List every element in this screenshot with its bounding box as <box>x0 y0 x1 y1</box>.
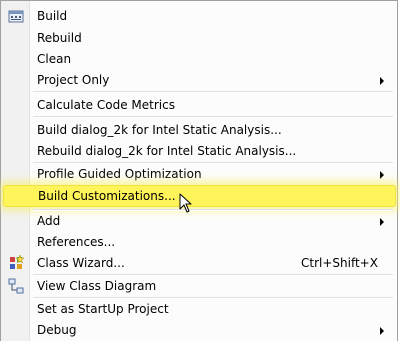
menu-item-debug[interactable]: Debug <box>3 319 396 341</box>
menu-item-set-as-startup-project[interactable]: Set as StartUp Project <box>3 298 396 320</box>
mouse-cursor-icon <box>179 193 192 213</box>
menu-item-rebuild-label: Rebuild <box>37 31 82 45</box>
submenu-arrow-icon <box>380 171 384 179</box>
class-wizard-icon <box>8 254 25 271</box>
submenu-arrow-icon <box>380 77 384 85</box>
menu-separator <box>33 91 393 93</box>
menu-item-debug-label: Debug <box>37 323 77 337</box>
menu-item-clean[interactable]: Clean <box>3 48 396 70</box>
menu-item-set-as-startup-project-label: Set as StartUp Project <box>37 302 169 316</box>
menu-item-references[interactable]: References... <box>3 231 396 253</box>
menu-item-profile-guided-optimization[interactable]: Profile Guided Optimization <box>3 163 396 185</box>
menu-item-build-customizations[interactable]: Build Customizations... <box>3 185 396 207</box>
menu-item-profile-guided-optimization-label: Profile Guided Optimization <box>37 167 202 181</box>
menu-item-add-label: Add <box>37 214 61 228</box>
menu-separator <box>33 116 393 118</box>
menu-item-class-wizard-shortcut: Ctrl+Shift+X <box>301 256 378 270</box>
menu-item-class-wizard[interactable]: Class Wizard... Ctrl+Shift+X <box>3 252 396 274</box>
menu-item-view-class-diagram[interactable]: View Class Diagram <box>3 275 396 297</box>
menu-item-build-label: Build <box>37 9 68 23</box>
menu-item-build[interactable]: Build <box>3 5 396 27</box>
menu-item-calculate-code-metrics-label: Calculate Code Metrics <box>37 98 175 112</box>
menu-item-rebuild[interactable]: Rebuild <box>3 27 396 49</box>
menu-item-build-intel-static-analysis-label: Build dialog_2k for Intel Static Analysi… <box>37 123 282 137</box>
menu-item-project-only-label: Project Only <box>37 73 110 87</box>
menu-item-clean-label: Clean <box>37 52 72 66</box>
menu-item-rebuild-intel-static-analysis-label: Rebuild dialog_2k for Intel Static Analy… <box>37 144 297 158</box>
menu-item-view-class-diagram-label: View Class Diagram <box>37 279 157 293</box>
menu-item-references-label: References... <box>37 235 116 249</box>
menu-item-class-wizard-label: Class Wizard... <box>37 256 125 270</box>
menu-item-build-customizations-label: Build Customizations... <box>38 189 176 203</box>
menu-item-project-only[interactable]: Project Only <box>3 69 396 91</box>
menu-item-calculate-code-metrics[interactable]: Calculate Code Metrics <box>3 94 396 116</box>
menu-item-rebuild-intel-static-analysis[interactable]: Rebuild dialog_2k for Intel Static Analy… <box>3 140 396 162</box>
class-diagram-icon <box>8 278 24 294</box>
submenu-arrow-icon <box>380 327 384 335</box>
menu-item-add[interactable]: Add <box>3 210 396 232</box>
submenu-arrow-icon <box>380 218 384 226</box>
project-context-menu: Build Rebuild Clean Project Only Calcula… <box>0 0 398 341</box>
menu-item-build-intel-static-analysis[interactable]: Build dialog_2k for Intel Static Analysi… <box>3 119 396 141</box>
build-icon <box>8 8 24 24</box>
